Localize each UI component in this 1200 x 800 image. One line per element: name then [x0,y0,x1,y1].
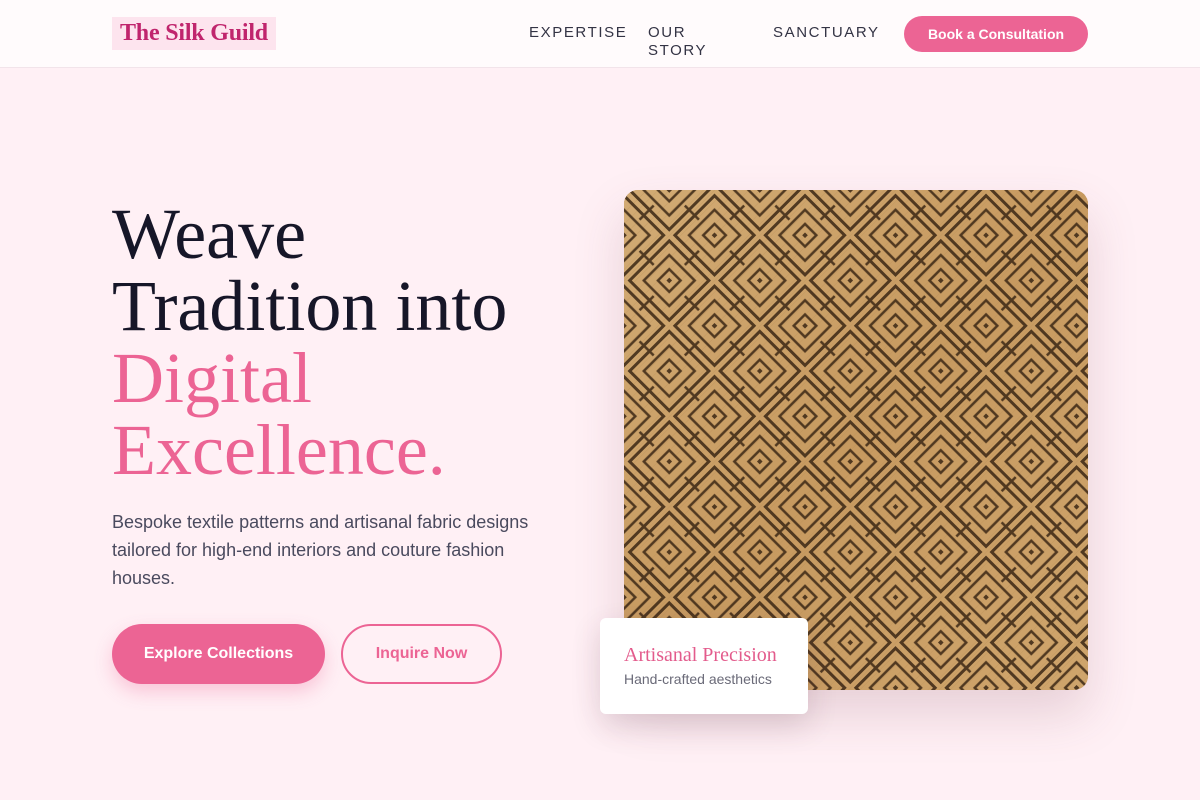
headline-line-3: Digital [112,338,312,418]
inquire-now-button[interactable]: Inquire Now [341,624,502,684]
card-title: Artisanal Precision [624,644,777,666]
hero-headline: Weave Tradition into Digital Excellence. [112,198,582,486]
card-subtitle: Hand-crafted aesthetics [624,671,772,687]
headline-line-2: Tradition into [112,266,508,346]
nav-link-expertise[interactable]: EXPERTISE [529,24,627,42]
headline-line-1: Weave [112,194,307,274]
fabric-pattern-image [624,190,1088,690]
book-consultation-button[interactable]: Book a Consultation [904,16,1088,52]
hero-description: Bespoke textile patterns and artisanal f… [112,512,529,588]
explore-collections-button[interactable]: Explore Collections [112,624,325,684]
site-header: The Silk Guild EXPERTISE OUR STORY SANCT… [0,0,1200,68]
artisanal-precision-card: Artisanal Precision Hand-crafted aesthet… [600,618,808,714]
nav-link-our-story[interactable]: OUR STORY [648,24,707,60]
site-logo[interactable]: The Silk Guild [112,17,276,50]
nav-link-sanctuary[interactable]: SANCTUARY [773,24,880,42]
headline-line-4: Excellence. [112,410,446,490]
